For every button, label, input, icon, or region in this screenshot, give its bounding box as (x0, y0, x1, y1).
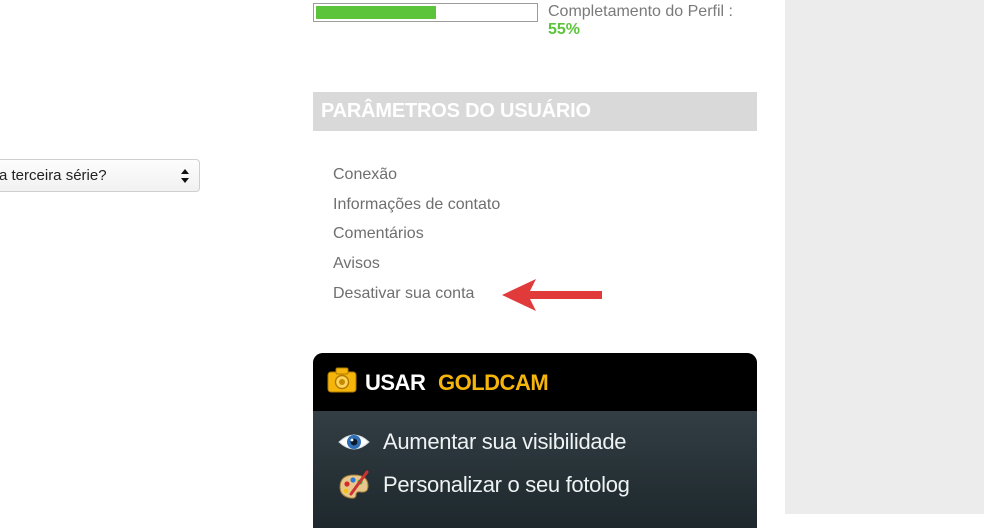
question-select-value: a terceira série? (0, 167, 107, 184)
profile-progress-bar (313, 3, 538, 22)
goldcam-title-brand: GOLDCAM (438, 370, 549, 395)
settings-link-contact-info[interactable]: Informações de contato (333, 193, 500, 223)
goldcam-panel: USAR GOLDCAM Aumentar sua visibilidade P… (313, 353, 757, 528)
goldcam-options: Aumentar sua visibilidade Personalizar o… (313, 411, 757, 528)
select-arrows-icon (181, 169, 189, 183)
palette-icon (339, 470, 369, 499)
goldcam-item-visibility-label: Aumentar sua visibilidade (383, 429, 627, 454)
profile-progress-fill (316, 6, 436, 19)
goldcam-item-customize[interactable]: Personalizar o seu fotolog (337, 468, 737, 502)
settings-link-comments[interactable]: Comentários (333, 222, 500, 252)
settings-list: Conexão Informações de contato Comentári… (333, 163, 500, 311)
settings-link-notices[interactable]: Avisos (333, 252, 500, 282)
goldcam-item-visibility[interactable]: Aumentar sua visibilidade (337, 425, 737, 459)
settings-link-conexao[interactable]: Conexão (333, 163, 500, 193)
eye-icon (338, 434, 370, 450)
goldcam-title-prefix: USAR (365, 370, 426, 395)
goldcam-item-customize-label: Personalizar o seu fotolog (383, 472, 630, 497)
goldcam-header: USAR GOLDCAM (313, 353, 757, 411)
red-arrow-annotation-icon (502, 279, 602, 311)
right-gutter (785, 0, 984, 514)
settings-section-title: PARÂMETROS DO USUÁRIO (313, 92, 757, 131)
profile-completion-value: 55% (548, 21, 581, 38)
camera-icon (327, 367, 357, 393)
question-select[interactable]: a terceira série? (0, 159, 200, 192)
profile-completion-label: Completamento do Perfil : (548, 3, 733, 20)
settings-link-deactivate-account[interactable]: Desativar sua conta (333, 282, 500, 312)
